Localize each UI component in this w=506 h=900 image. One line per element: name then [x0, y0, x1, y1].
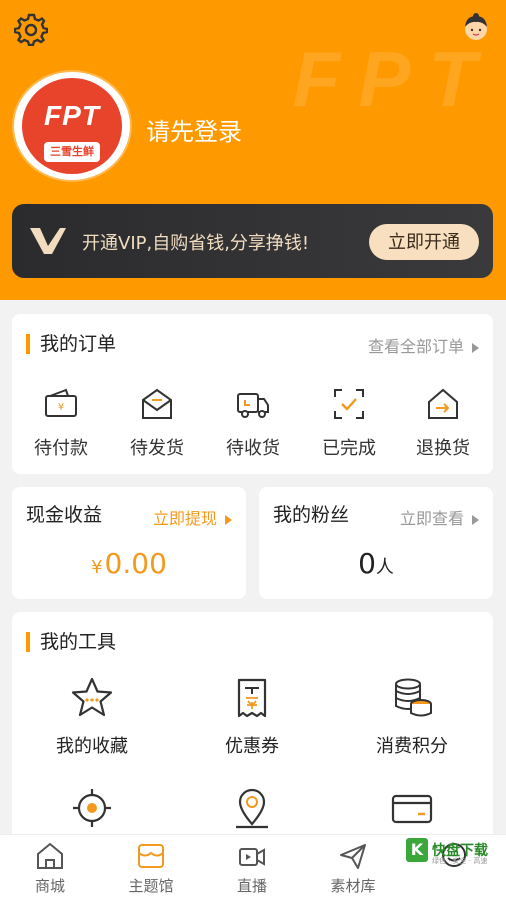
svg-text:¥: ¥	[58, 402, 64, 413]
chevron-right-icon	[472, 342, 479, 353]
view-fans-link[interactable]: 立即查看	[400, 505, 479, 529]
store-icon	[138, 844, 164, 868]
tab-label: 素材库	[330, 877, 376, 895]
order-pending-receipt[interactable]: 待收货	[208, 386, 298, 460]
tools-title: 我的工具	[26, 632, 116, 652]
vip-open-button[interactable]: 立即开通	[369, 224, 479, 260]
fans-count: 0人	[259, 547, 493, 580]
order-label: 已完成	[322, 438, 376, 459]
order-label: 待发货	[130, 438, 184, 459]
location-icon	[236, 788, 268, 829]
order-pending-payment[interactable]: ¥ 待付款	[16, 386, 106, 460]
login-prompt[interactable]: 请先登录	[146, 112, 242, 147]
tool-label: 优惠券	[225, 736, 279, 757]
logo-inner: FPT 三雪生鲜	[22, 78, 122, 174]
earnings-title: 现金收益	[26, 504, 103, 526]
fans-title: 我的粉丝	[273, 504, 350, 526]
brand-logo: FPT 三雪生鲜	[12, 70, 132, 182]
coins-icon	[395, 678, 432, 717]
tab-label: 商城	[34, 877, 65, 895]
profile-header: FPT FPT 三雪生鲜 请先登录 开通VIP,自购省钱,分享挣钱! 立即开通	[0, 0, 506, 300]
vip-logo-icon	[30, 228, 66, 254]
view-all-orders-link[interactable]: 查看全部订单	[368, 333, 479, 357]
home-icon	[37, 842, 63, 869]
tools-card: 我的工具 我的收藏 优惠券 消费积分	[12, 612, 493, 852]
scan-check-icon	[334, 389, 364, 419]
tool-points[interactable]: 消费积分	[342, 676, 482, 758]
video-icon	[239, 848, 265, 866]
tool-favorites[interactable]: 我的收藏	[22, 676, 162, 758]
order-completed[interactable]: 已完成	[304, 386, 394, 460]
coupon-icon	[237, 678, 267, 718]
vip-banner[interactable]: 开通VIP,自购省钱,分享挣钱! 立即开通	[12, 204, 493, 278]
star-icon	[71, 677, 113, 717]
logo-text: FPT	[44, 100, 100, 131]
tool-label: 消费积分	[376, 736, 448, 757]
chevron-right-icon	[225, 514, 232, 525]
earnings-value: 0.00	[104, 547, 167, 580]
truck-icon	[237, 393, 269, 418]
brand-slogan: 绿色 · 安全 · 高速	[432, 857, 488, 865]
chevron-right-icon	[472, 514, 479, 525]
tab-theme-hall[interactable]: 主题馆	[101, 841, 201, 896]
earnings-card: 现金收益 立即提现 ¥0.00	[12, 487, 246, 599]
view-fans-label: 立即查看	[399, 509, 464, 528]
tab-materials[interactable]: 素材库	[303, 841, 403, 896]
tool-label: 我的收藏	[56, 736, 128, 757]
fans-count-value: 0	[358, 547, 376, 580]
order-pending-shipment[interactable]: 待发货	[112, 386, 202, 460]
return-icon	[428, 388, 458, 419]
gear-icon[interactable]	[14, 12, 48, 46]
send-icon	[340, 844, 366, 869]
tab-label: 直播	[236, 877, 267, 895]
target-icon	[73, 789, 111, 827]
view-all-orders-label: 查看全部订单	[367, 337, 464, 356]
card-icon	[391, 794, 433, 824]
mail-icon	[142, 388, 172, 419]
order-returns[interactable]: 退换货	[398, 386, 488, 460]
tab-live[interactable]: 直播	[202, 841, 302, 896]
tab-label: 主题馆	[128, 877, 174, 895]
wallet-icon: ¥	[45, 388, 77, 417]
tool-coupons[interactable]: 优惠券	[182, 676, 322, 758]
tab-mall[interactable]: 商城	[0, 841, 100, 896]
order-label: 待付款	[34, 438, 88, 459]
earnings-amount: ¥0.00	[12, 547, 246, 580]
fans-card: 我的粉丝 立即查看 0人	[259, 487, 493, 599]
header-watermark: FPT	[292, 35, 494, 123]
withdraw-label: 立即提现	[152, 509, 217, 528]
brand-mark: K	[406, 838, 428, 862]
currency-symbol: ¥	[91, 557, 103, 578]
orders-title: 我的订单	[26, 334, 116, 354]
vip-promo-text: 开通VIP,自购省钱,分享挣钱!	[82, 233, 310, 254]
orders-card: 我的订单 查看全部订单 ¥ 待付款 待发货 待收货 已完成 退换货	[12, 314, 493, 474]
order-label: 退换货	[416, 438, 470, 459]
withdraw-link[interactable]: 立即提现	[153, 505, 232, 529]
fans-unit: 人	[375, 557, 394, 578]
order-label: 待收货	[226, 438, 280, 459]
download-site-watermark: K 快盘下载 绿色 · 安全 · 高速	[406, 838, 498, 865]
logo-subtitle: 三雪生鲜	[44, 142, 100, 162]
avatar-icon[interactable]	[460, 12, 492, 44]
